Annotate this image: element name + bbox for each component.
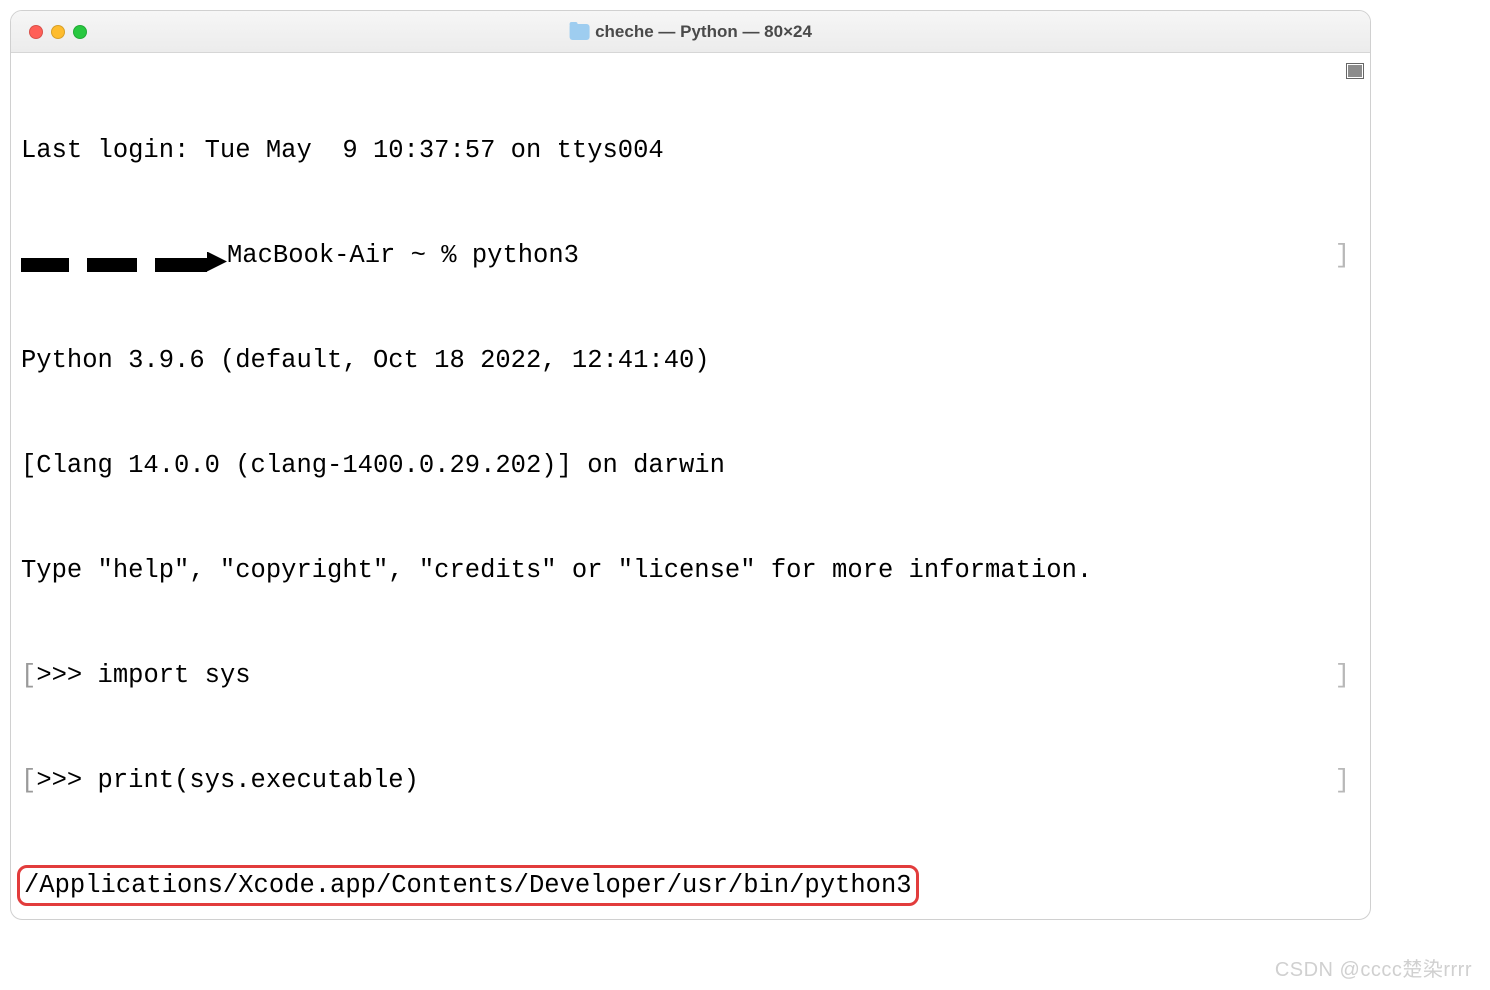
- python-version-line: Python 3.9.6 (default, Oct 18 2022, 12:4…: [21, 343, 1360, 378]
- watermark: CSDN @cccc楚染rrrr: [1275, 953, 1472, 982]
- window-title: cheche — Python — 80×24: [569, 22, 812, 42]
- window-title-text: cheche — Python — 80×24: [595, 22, 812, 42]
- traffic-lights: [11, 25, 87, 39]
- close-button[interactable]: [29, 25, 43, 39]
- shell-prompt-line: MacBook-Air ~ % python3]: [21, 238, 1360, 273]
- output-path-line: /Applications/Xcode.app/Contents/Develop…: [21, 868, 1360, 903]
- line-close-bracket: ]: [1335, 658, 1350, 693]
- folder-icon: [569, 24, 589, 40]
- terminal-window: cheche — Python — 80×24 Last login: Tue …: [10, 10, 1371, 920]
- minimize-button[interactable]: [51, 25, 65, 39]
- last-login-line: Last login: Tue May 9 10:37:57 on ttys00…: [21, 133, 1360, 168]
- line-close-bracket: ]: [1335, 763, 1350, 798]
- line-close-bracket: ]: [1335, 238, 1350, 273]
- fullscreen-button[interactable]: [73, 25, 87, 39]
- titlebar[interactable]: cheche — Python — 80×24: [11, 11, 1370, 53]
- help-line: Type "help", "copyright", "credits" or "…: [21, 553, 1360, 588]
- terminal-content[interactable]: Last login: Tue May 9 10:37:57 on ttys00…: [11, 53, 1370, 920]
- highlighted-path: /Applications/Xcode.app/Contents/Develop…: [17, 865, 919, 906]
- clang-line: [Clang 14.0.0 (clang-1400.0.29.202)] on …: [21, 448, 1360, 483]
- repl-line-print: [>>> print(sys.executable)]: [21, 763, 1360, 798]
- repl-line-import: [>>> import sys]: [21, 658, 1360, 693]
